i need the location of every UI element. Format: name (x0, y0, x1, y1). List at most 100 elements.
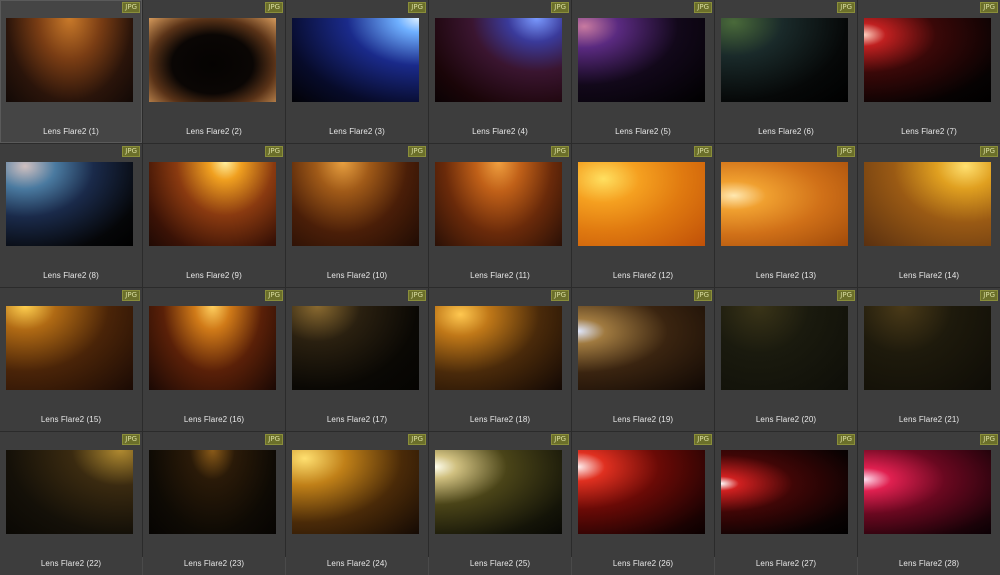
file-type-badge: JPG (265, 434, 283, 445)
image-preview[interactable] (6, 450, 133, 534)
file-thumbnail-item[interactable]: JPG Lens Flare2 (14) (858, 144, 1000, 287)
image-preview[interactable] (292, 162, 419, 246)
file-name-label: Lens Flare2 (8) (43, 271, 99, 280)
file-type-badge: JPG (837, 146, 855, 157)
image-preview[interactable] (721, 18, 848, 102)
image-preview[interactable] (578, 450, 705, 534)
image-preview[interactable] (292, 306, 419, 390)
file-thumbnail-item[interactable]: JPG Lens Flare2 (6) (715, 0, 857, 143)
file-thumbnail-item[interactable]: JPG Lens Flare2 (11) (429, 144, 571, 287)
file-type-badge: JPG (551, 290, 569, 301)
file-name-label: Lens Flare2 (26) (612, 559, 674, 568)
file-name-label: Lens Flare2 (13) (755, 271, 817, 280)
image-preview[interactable] (435, 18, 562, 102)
file-name-label: Lens Flare2 (9) (186, 271, 242, 280)
file-thumbnail-item[interactable]: JPG Lens Flare2 (2) (143, 0, 285, 143)
file-type-badge: JPG (980, 2, 998, 13)
file-thumbnail-item[interactable]: JPG Lens Flare2 (17) (286, 288, 428, 431)
image-preview[interactable] (864, 306, 991, 390)
file-thumbnail-item[interactable]: JPG Lens Flare2 (4) (429, 0, 571, 143)
file-type-badge: JPG (980, 146, 998, 157)
file-type-badge: JPG (837, 2, 855, 13)
file-thumbnail-item[interactable]: JPG Lens Flare2 (1) (0, 0, 142, 143)
image-preview[interactable] (6, 18, 133, 102)
file-type-badge: JPG (122, 434, 140, 445)
file-type-badge: JPG (694, 146, 712, 157)
image-preview[interactable] (149, 450, 276, 534)
file-type-badge: JPG (551, 2, 569, 13)
file-thumbnail-item[interactable]: JPG Lens Flare2 (16) (143, 288, 285, 431)
file-thumbnail-item[interactable]: JPG Lens Flare2 (15) (0, 288, 142, 431)
file-thumbnail-item[interactable]: JPG Lens Flare2 (18) (429, 288, 571, 431)
file-type-badge: JPG (694, 2, 712, 13)
file-thumbnail-item[interactable]: JPG Lens Flare2 (27) (715, 432, 857, 575)
file-name-label: Lens Flare2 (20) (755, 415, 817, 424)
file-type-badge: JPG (265, 146, 283, 157)
file-name-label: Lens Flare2 (16) (183, 415, 245, 424)
file-name-label: Lens Flare2 (10) (326, 271, 388, 280)
file-thumbnail-item[interactable]: JPG Lens Flare2 (8) (0, 144, 142, 287)
image-preview[interactable] (435, 162, 562, 246)
file-name-label: Lens Flare2 (25) (469, 559, 531, 568)
file-name-label: Lens Flare2 (14) (898, 271, 960, 280)
file-thumbnail-item[interactable]: JPG Lens Flare2 (25) (429, 432, 571, 575)
file-name-label: Lens Flare2 (24) (326, 559, 388, 568)
file-name-label: Lens Flare2 (17) (326, 415, 388, 424)
file-name-label: Lens Flare2 (6) (758, 127, 814, 136)
file-name-label: Lens Flare2 (15) (40, 415, 102, 424)
file-name-label: Lens Flare2 (27) (755, 559, 817, 568)
file-thumbnail-item[interactable]: JPG Lens Flare2 (3) (286, 0, 428, 143)
image-preview[interactable] (864, 450, 991, 534)
image-preview[interactable] (864, 18, 991, 102)
file-thumbnail-item[interactable]: JPG Lens Flare2 (20) (715, 288, 857, 431)
image-preview[interactable] (149, 162, 276, 246)
file-type-badge: JPG (837, 290, 855, 301)
file-name-label: Lens Flare2 (3) (329, 127, 385, 136)
file-thumbnail-item[interactable]: JPG Lens Flare2 (24) (286, 432, 428, 575)
image-preview[interactable] (292, 450, 419, 534)
file-name-label: Lens Flare2 (28) (898, 559, 960, 568)
file-thumbnail-item[interactable]: JPG Lens Flare2 (26) (572, 432, 714, 575)
file-thumbnail-item[interactable]: JPG Lens Flare2 (28) (858, 432, 1000, 575)
image-preview[interactable] (6, 162, 133, 246)
file-name-label: Lens Flare2 (22) (40, 559, 102, 568)
file-thumbnail-item[interactable]: JPG Lens Flare2 (12) (572, 144, 714, 287)
image-preview[interactable] (6, 306, 133, 390)
file-thumbnail-item[interactable]: JPG Lens Flare2 (10) (286, 144, 428, 287)
image-preview[interactable] (149, 18, 276, 102)
file-name-label: Lens Flare2 (11) (470, 271, 530, 280)
image-preview[interactable] (578, 18, 705, 102)
file-thumbnail-item[interactable]: JPG Lens Flare2 (23) (143, 432, 285, 575)
image-preview[interactable] (149, 306, 276, 390)
file-thumbnail-item[interactable]: JPG Lens Flare2 (9) (143, 144, 285, 287)
file-name-label: Lens Flare2 (1) (43, 127, 99, 136)
file-thumbnail-item[interactable]: JPG Lens Flare2 (5) (572, 0, 714, 143)
file-type-badge: JPG (980, 434, 998, 445)
image-preview[interactable] (435, 306, 562, 390)
file-thumbnail-item[interactable]: JPG Lens Flare2 (22) (0, 432, 142, 575)
file-type-badge: JPG (694, 290, 712, 301)
image-preview[interactable] (864, 162, 991, 246)
file-type-badge: JPG (265, 2, 283, 13)
file-thumbnail-item[interactable]: JPG Lens Flare2 (13) (715, 144, 857, 287)
file-type-badge: JPG (265, 290, 283, 301)
file-name-label: Lens Flare2 (4) (472, 127, 528, 136)
file-type-badge: JPG (551, 434, 569, 445)
image-preview[interactable] (292, 18, 419, 102)
image-preview[interactable] (721, 162, 848, 246)
file-name-label: Lens Flare2 (12) (612, 271, 674, 280)
image-preview[interactable] (435, 450, 562, 534)
file-type-badge: JPG (408, 146, 426, 157)
image-preview[interactable] (721, 306, 848, 390)
file-thumbnail-item[interactable]: JPG Lens Flare2 (7) (858, 0, 1000, 143)
file-name-label: Lens Flare2 (18) (469, 415, 531, 424)
image-preview[interactable] (721, 450, 848, 534)
image-preview[interactable] (578, 162, 705, 246)
file-name-label: Lens Flare2 (2) (186, 127, 242, 136)
file-thumbnail-item[interactable]: JPG Lens Flare2 (21) (858, 288, 1000, 431)
file-name-label: Lens Flare2 (23) (183, 559, 245, 568)
file-type-badge: JPG (408, 2, 426, 13)
image-preview[interactable] (578, 306, 705, 390)
file-thumbnail-item[interactable]: JPG Lens Flare2 (19) (572, 288, 714, 431)
file-name-label: Lens Flare2 (19) (612, 415, 674, 424)
